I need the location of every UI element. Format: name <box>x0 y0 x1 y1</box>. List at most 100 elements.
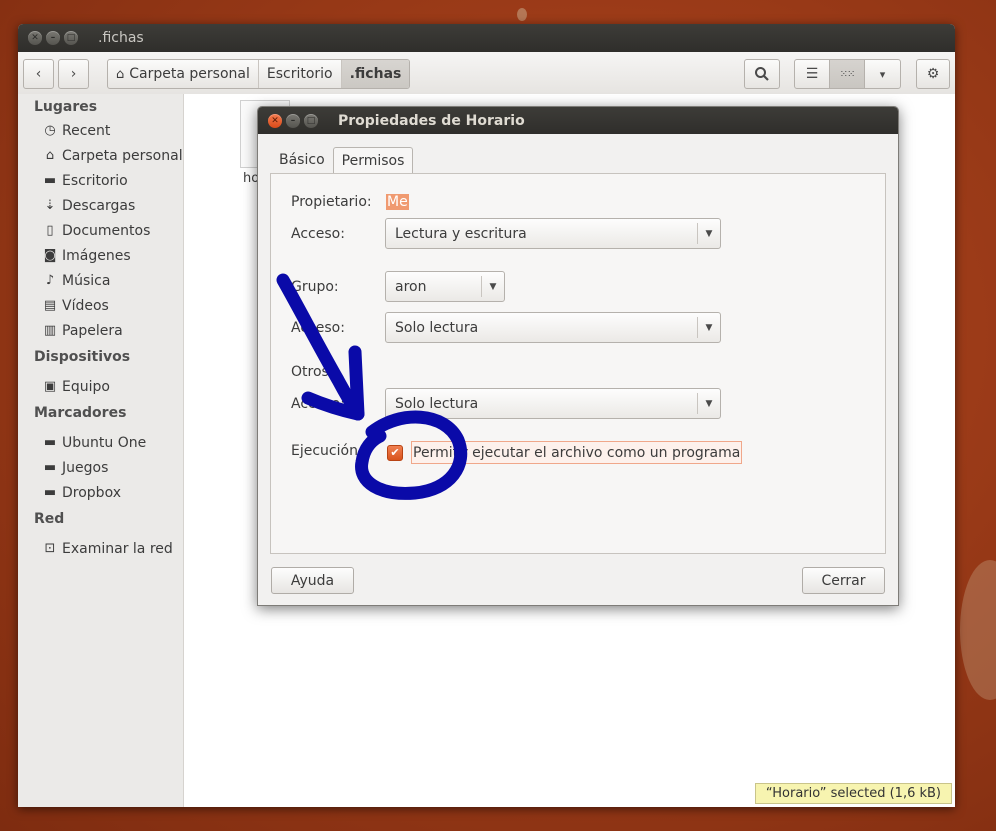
breadcrumb-home[interactable]: ⌂ Carpeta personal <box>108 60 259 88</box>
home-icon: ⌂ <box>45 148 55 163</box>
sidebar-item-recent[interactable]: ◷ Recent <box>18 118 183 143</box>
camera-icon: ◙ <box>43 248 57 263</box>
grid-view-button[interactable]: ⁙⁙ <box>829 59 865 89</box>
gear-icon: ⚙ <box>926 66 940 82</box>
sidebar-heading-bookmarks: Marcadores <box>34 405 127 421</box>
list-view-icon: ☰ <box>805 66 819 82</box>
sidebar-item-imagenes[interactable]: ◙ Imágenes <box>18 243 183 268</box>
folder-icon: ▬ <box>43 485 57 500</box>
sidebar: Lugares ◷ Recent ⌂ Carpeta personal ▬ Escri… <box>18 94 184 807</box>
clock-icon: ◷ <box>44 123 56 138</box>
sidebar-item-label: Carpeta personal <box>62 147 183 164</box>
network-icon: ⊡ <box>44 541 56 556</box>
breadcrumb-label: Escritorio <box>266 66 333 82</box>
back-button[interactable]: ‹ <box>23 59 54 89</box>
sidebar-item-home[interactable]: ⌂ Carpeta personal <box>18 143 183 168</box>
window-title: .fichas <box>98 30 144 46</box>
owner-access-select[interactable]: Lectura y escritura ▼ <box>385 218 721 249</box>
sidebar-item-label: Imágenes <box>62 247 131 264</box>
chevron-down-icon: ▼ <box>697 393 720 414</box>
sidebar-item-papelera[interactable]: ▥ Papelera <box>18 318 183 343</box>
sidebar-item-videos[interactable]: ▤ Vídeos <box>18 293 183 318</box>
chevron-down-icon: ▼ <box>697 223 720 244</box>
group-access-value: Solo lectura <box>395 319 479 336</box>
sidebar-item-equipo[interactable]: ▣ Equipo <box>18 374 183 399</box>
sidebar-item-documentos[interactable]: ▯ Documentos <box>18 218 183 243</box>
close-icon[interactable]: ✕ <box>28 31 42 45</box>
minimize-icon[interactable]: – <box>46 31 60 45</box>
maximize-icon[interactable]: □ <box>304 113 318 128</box>
properties-dialog: ✕ – □ Propiedades de Horario Básico Perm… <box>257 106 899 606</box>
folder-icon: ▬ <box>43 460 57 475</box>
forward-button[interactable]: › <box>58 59 89 89</box>
execute-option[interactable]: ✔ Permitir ejecutar el archivo como un p… <box>384 441 743 464</box>
toolbar: ‹ › ⌂ Carpeta personal Escritorio .ficha… <box>18 52 955 95</box>
execute-label: Ejecución: <box>291 443 363 459</box>
execute-checkbox-label[interactable]: Permitir ejecutar el archivo como un pro… <box>411 441 743 464</box>
group-select[interactable]: aron ▼ <box>385 271 505 302</box>
sidebar-item-musica[interactable]: ♪ Música <box>18 268 183 293</box>
computer-icon: ▣ <box>43 379 57 394</box>
owner-access-label: Acceso: <box>291 226 345 242</box>
sidebar-item-escritorio[interactable]: ▬ Escritorio <box>18 168 183 193</box>
sidebar-item-dropbox[interactable]: ▬ Dropbox <box>18 480 183 505</box>
search-button[interactable] <box>744 59 780 89</box>
sidebar-item-juegos[interactable]: ▬ Juegos <box>18 455 183 480</box>
sidebar-item-label: Música <box>62 272 111 289</box>
minimize-icon[interactable]: – <box>286 113 300 128</box>
sidebar-heading-devices: Dispositivos <box>34 349 131 365</box>
status-bar: “Horario” selected (1,6 kB) <box>754 783 952 804</box>
sidebar-item-label: Juegos <box>62 459 109 476</box>
list-view-button[interactable]: ☰ <box>794 59 830 89</box>
sidebar-item-label: Ubuntu One <box>62 434 147 451</box>
execute-checkbox[interactable]: ✔ <box>387 444 403 461</box>
sidebar-item-label: Documentos <box>62 222 151 239</box>
breadcrumb-fichas[interactable]: .fichas <box>341 60 410 88</box>
breadcrumb-escritorio[interactable]: Escritorio <box>259 60 342 88</box>
chevron-down-icon: ▼ <box>697 317 720 338</box>
owner-value: Me <box>386 194 409 210</box>
others-access-select[interactable]: Solo lectura ▼ <box>385 388 721 419</box>
wallpaper-spot <box>960 560 996 700</box>
help-button[interactable]: Ayuda <box>271 567 354 594</box>
others-access-value: Solo lectura <box>395 395 479 412</box>
group-value: aron <box>395 278 427 295</box>
search-icon <box>755 67 769 81</box>
home-icon: ⌂ <box>116 66 125 82</box>
film-icon: ▤ <box>43 298 57 313</box>
chevron-left-icon: ‹ <box>35 66 42 82</box>
folder-icon: ▬ <box>43 173 57 188</box>
close-button[interactable]: Cerrar <box>802 567 885 594</box>
sidebar-item-label: Descargas <box>62 197 136 214</box>
sidebar-item-label: Examinar la red <box>62 540 173 557</box>
permissions-panel: Propietario: Me Acceso: Lectura y escrit… <box>270 173 886 554</box>
breadcrumb: ⌂ Carpeta personal Escritorio .fichas <box>107 59 411 89</box>
document-icon: ▯ <box>46 223 54 238</box>
sidebar-item-label: Vídeos <box>62 297 109 314</box>
view-menu-button[interactable]: ▾ <box>864 59 901 89</box>
group-access-select[interactable]: Solo lectura ▼ <box>385 312 721 343</box>
sidebar-item-examinar-red[interactable]: ⊡ Examinar la red <box>18 536 183 561</box>
others-label: Otros <box>291 364 329 380</box>
dialog-title: Propiedades de Horario <box>338 112 525 129</box>
sidebar-item-label: Papelera <box>62 322 123 339</box>
chevron-down-icon: ▼ <box>481 276 504 297</box>
tab-permisos[interactable]: Permisos <box>332 147 414 174</box>
settings-button[interactable]: ⚙ <box>916 59 950 89</box>
sidebar-item-label: Dropbox <box>62 484 121 501</box>
breadcrumb-label: .fichas <box>349 66 402 82</box>
sidebar-item-ubuntu-one[interactable]: ▬ Ubuntu One <box>18 430 183 455</box>
sidebar-heading-places: Lugares <box>34 99 98 115</box>
wallpaper-spot <box>517 8 527 21</box>
sidebar-item-descargas[interactable]: ⇣ Descargas <box>18 193 183 218</box>
others-access-label: Acceso: <box>291 396 345 412</box>
tab-basico[interactable]: Básico <box>271 147 333 173</box>
sidebar-item-label: Escritorio <box>62 172 128 189</box>
owner-access-value: Lectura y escritura <box>395 225 527 242</box>
tab-bar: Básico Permisos <box>271 147 414 174</box>
close-icon[interactable]: ✕ <box>268 113 282 128</box>
maximize-icon[interactable]: □ <box>64 31 78 45</box>
folder-icon: ▬ <box>43 435 57 450</box>
checkmark-icon: ✔ <box>390 446 400 459</box>
breadcrumb-label: Carpeta personal <box>129 66 250 82</box>
